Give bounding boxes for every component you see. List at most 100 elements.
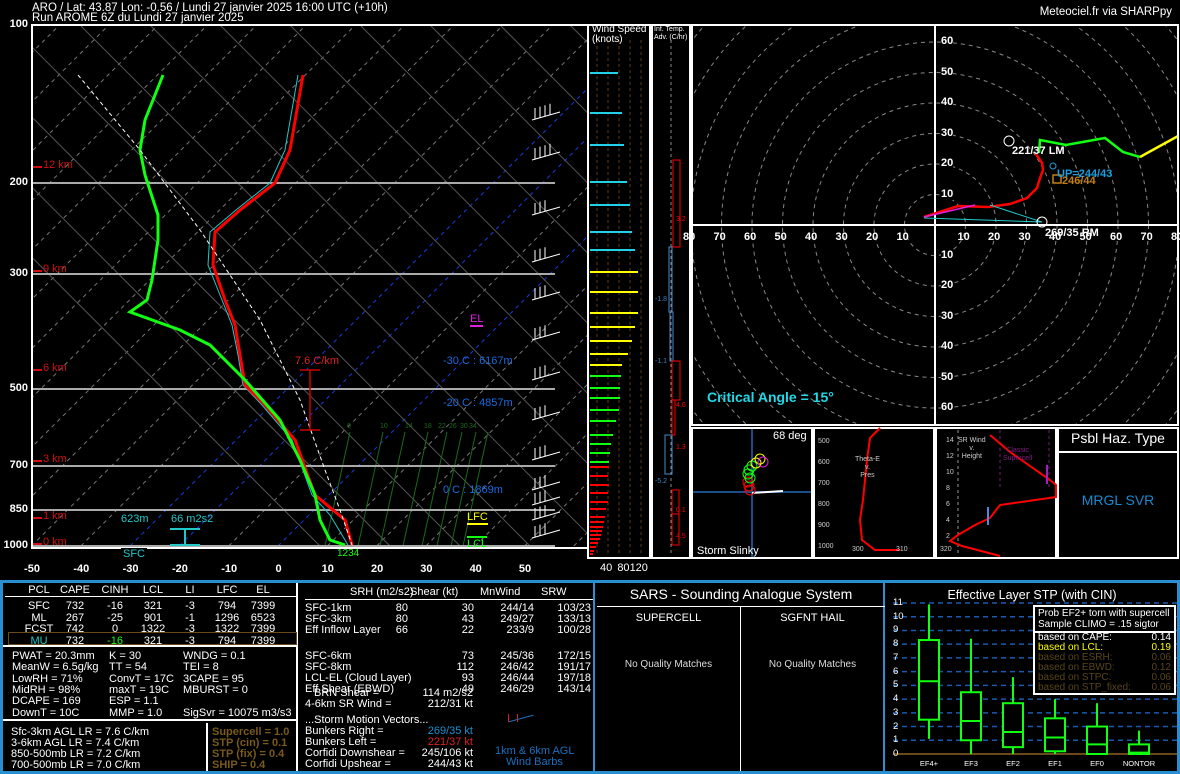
- t: SR Wind: [958, 437, 986, 444]
- sr-wind-ylabel: 2: [946, 533, 950, 540]
- prob-line-1: Prob EF2+ torn with supercell: [1038, 608, 1170, 619]
- temp-adv-value: 3.2: [676, 216, 686, 223]
- pressure-label: 1000: [3, 539, 28, 551]
- slinky-degrees: 68 deg: [773, 430, 807, 442]
- height-tick: [33, 369, 42, 371]
- sounding-graphics: [31, 24, 1179, 559]
- barbs-label-2: Wind Barbs: [506, 756, 563, 768]
- stp-box: [1044, 717, 1066, 753]
- hodo-ring-label: 70: [1140, 231, 1153, 243]
- storm-motion-value: 244/43 kt: [427, 758, 473, 770]
- hodo-ring-label: 50: [941, 65, 954, 78]
- kin-header: MnWind: [480, 586, 521, 598]
- prob-line-2: Sample CLIMO = .15 sigtor: [1038, 619, 1159, 630]
- height-label: 1 km: [43, 510, 67, 522]
- sars-supercell-header: SUPERCELL: [635, 612, 702, 624]
- stp-box: [1086, 725, 1108, 756]
- sfc-label: SFC: [121, 548, 147, 560]
- temp-adv-value: 4.6: [676, 402, 686, 409]
- theta-e-title: Theta-E v. Pres: [855, 456, 880, 480]
- hodo-ring-label: 10: [957, 231, 970, 243]
- wind-barb: [531, 151, 561, 161]
- theta-e-ylabel: 700: [818, 480, 830, 487]
- sr46-value: 212/31 kt: [427, 698, 473, 710]
- lapse-rate-label: 7.6 C/km: [295, 355, 340, 367]
- t: Supercell: [1003, 455, 1033, 462]
- storm-motion-label: Corfidi Upshear =: [305, 758, 391, 770]
- stp-category: NONTOR: [1122, 759, 1156, 768]
- divider: [305, 599, 593, 600]
- temp-adv-title: Inf. Temp. Adv. (C/hr): [654, 26, 687, 42]
- kinematics-panel: SRH (m2/s2) Shear (kt) MnWind SRW SFC-1km 80 3…: [300, 583, 595, 771]
- index-value: PWAT = 20.3mm: [12, 650, 95, 662]
- wind-barb: [531, 481, 561, 491]
- wind-barb: [531, 411, 561, 421]
- temperature-label: 30: [420, 563, 433, 575]
- temperature-label: -20: [171, 563, 188, 575]
- hodo-ring-label: 50: [774, 231, 787, 243]
- parcel-header: EL: [256, 584, 270, 596]
- pressure-label: 200: [9, 176, 28, 188]
- mixing-ratio-label: 26: [449, 423, 457, 430]
- index-value: DCAPE = 169: [12, 695, 81, 708]
- eff-inflow-depth: 623m: [121, 513, 149, 525]
- t: v.: [864, 464, 870, 471]
- theta-e-ylabel: 500: [818, 438, 830, 445]
- theta-e-ylabel: 900: [818, 522, 830, 529]
- sr-wind-ylabel: 10: [946, 469, 954, 476]
- lcl-marker: LCL: [467, 536, 488, 550]
- isotherm: [32, 25, 504, 497]
- wind-barb: [531, 253, 561, 263]
- sars-panel: SARS - Sounding Analogue System SUPERCEL…: [597, 583, 885, 771]
- hodo-ring-label: 20: [988, 231, 1001, 243]
- theta-e-ylabel: 1000: [818, 543, 834, 550]
- right-mover-label: 269/35 RM: [1045, 227, 1099, 239]
- stp-prob-value: 0.06: [1151, 682, 1171, 693]
- temp-adv-title-1: Inf. Temp.: [654, 26, 685, 33]
- index-value: DownT = 10C: [12, 706, 80, 719]
- stp-ytick: 10: [893, 610, 904, 622]
- hodo-ring-label: 40: [805, 231, 818, 243]
- hodo-ring-label: 80: [683, 231, 696, 243]
- dry-adiabat: [359, 25, 588, 255]
- t: v.: [969, 445, 975, 452]
- mixing-ratio-label: 34: [469, 423, 477, 430]
- theta-e-trace: [858, 427, 900, 551]
- ws-tick: 40: [600, 562, 613, 574]
- hodo-ring-label: 80: [1171, 231, 1180, 243]
- stp-box: [918, 639, 940, 721]
- stp-ytick: 8: [893, 638, 899, 650]
- hodo-ring-label: 10: [941, 187, 954, 200]
- dewpoint-trace: [126, 74, 346, 547]
- hodo-ring: [692, 25, 1178, 425]
- temperature-label: -50: [24, 563, 40, 575]
- stp-probability-box: Prob EF2+ torn with supercell Sample CLIM…: [1033, 605, 1176, 695]
- t: Height: [961, 453, 982, 460]
- pressure-label: 850: [9, 503, 28, 515]
- sars-title: SARS - Sounding Analogue System: [629, 586, 853, 602]
- sr-wind-ylabel: 4: [946, 517, 950, 524]
- dry-adiabat: [640, 25, 1160, 546]
- left-mover-label: 221/37 LM: [1012, 145, 1065, 157]
- wind-speed-title: Wind Speed (knots): [592, 25, 646, 45]
- kin-cell: 233/9: [506, 624, 534, 636]
- sars-hail-result: No Quality Matches: [768, 659, 857, 670]
- index-value: ESP = 1.1: [109, 695, 159, 708]
- temperature-label: 50: [518, 563, 532, 575]
- temp-adv-box: [672, 159, 681, 248]
- skewt-frame: [31, 24, 589, 549]
- hodo-ring-label: 30: [941, 126, 954, 139]
- kin-header: SRH (m2/s2): [350, 586, 414, 598]
- height-label: 3 km: [43, 453, 67, 465]
- stp-panel: Effective Layer STP (with CIN) 012345678…: [887, 583, 1177, 771]
- parcel-cell: 7399: [250, 600, 276, 612]
- index-value: MidRH = 98%: [12, 683, 81, 696]
- dry-adiabat: [32, 186, 391, 547]
- mixing-ratio-label: 10: [380, 423, 388, 430]
- composite-index: SHIP = 0.4: [212, 759, 266, 771]
- hodo-ring-label: 10: [941, 248, 954, 261]
- hodo-ring-label: 70: [713, 231, 726, 243]
- kin-cell: 246/29: [500, 683, 534, 695]
- theta-e-xlabel: 320: [940, 546, 952, 553]
- parcel-numbers: 1234: [337, 548, 360, 559]
